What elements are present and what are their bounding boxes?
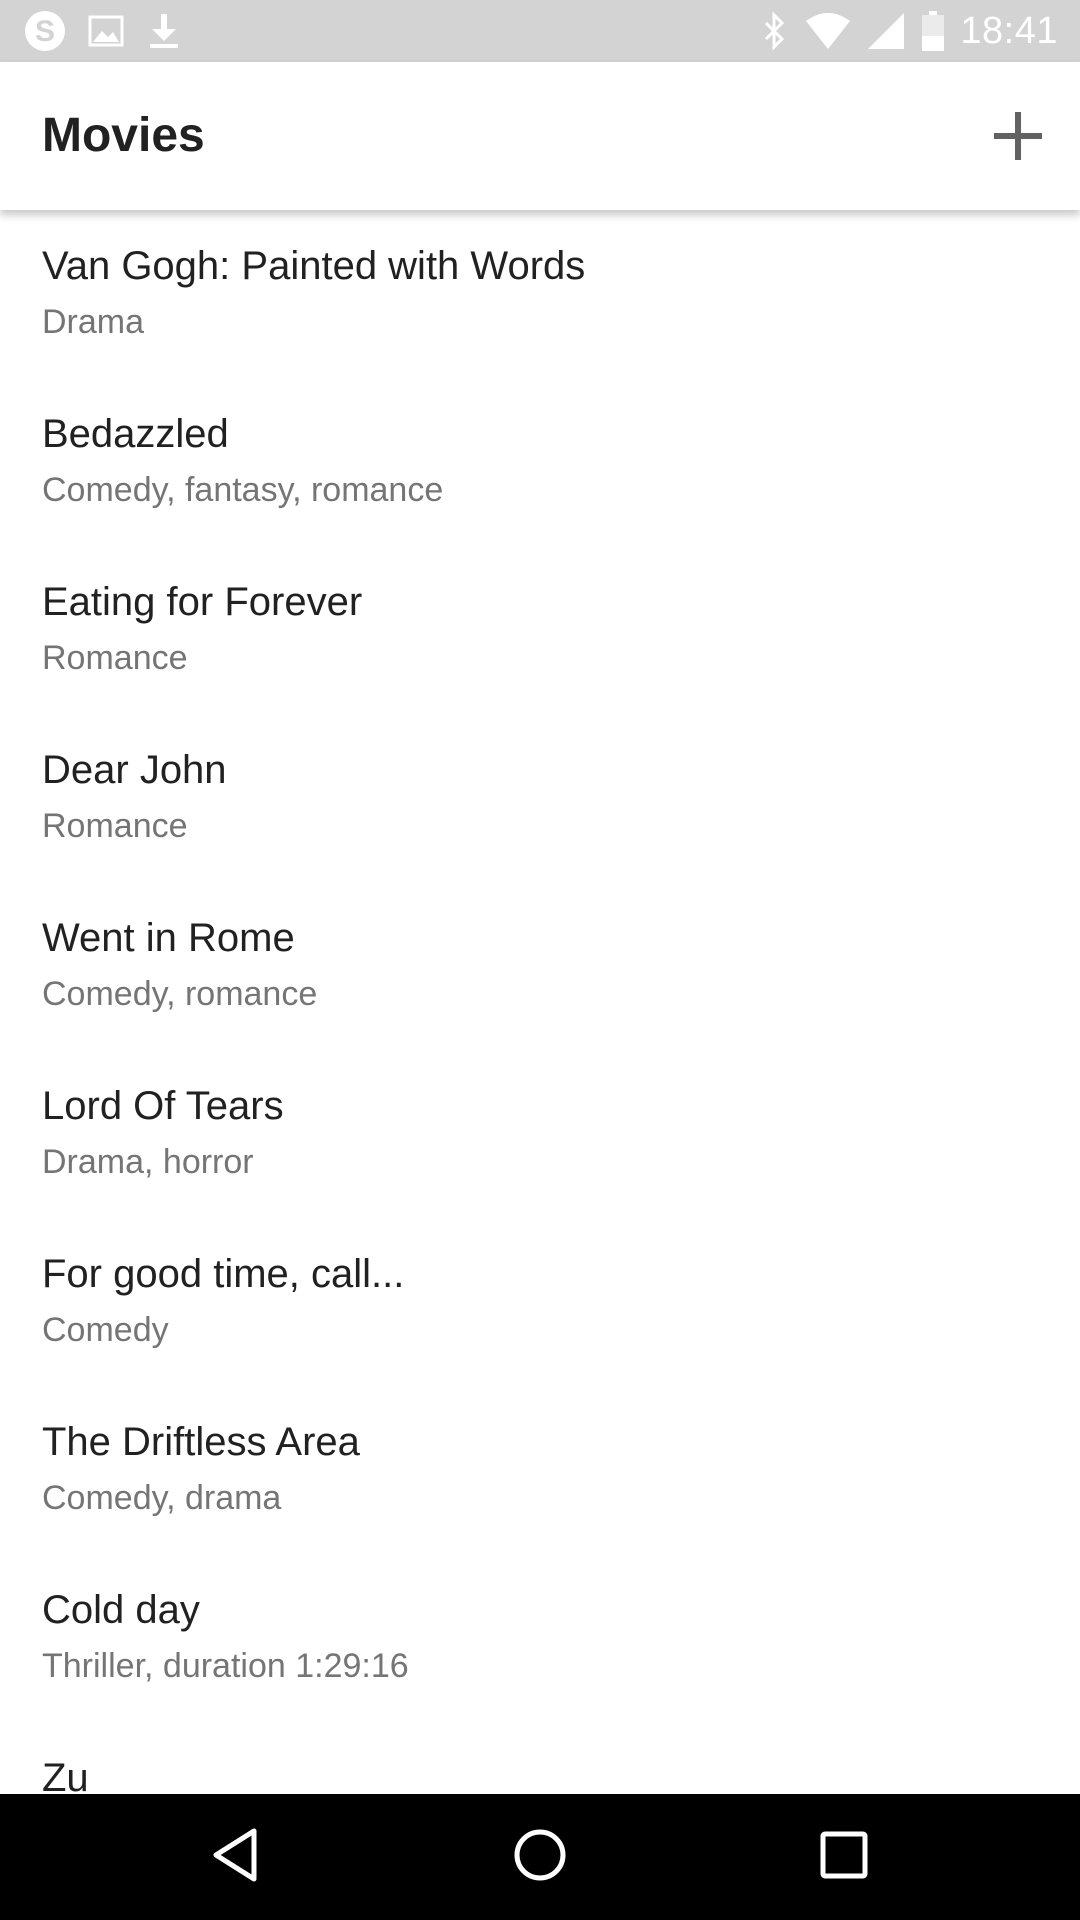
movie-genre: Comedy, romance <box>42 975 318 1013</box>
back-button[interactable] <box>203 1824 269 1890</box>
movie-title: Bedazzled <box>42 412 229 456</box>
movie-genre: Romance <box>42 807 188 845</box>
list-item[interactable]: Van Gogh: Painted with Words Drama <box>0 210 1080 378</box>
movie-genre: Comedy <box>42 1311 169 1349</box>
movie-title: Went in Rome <box>42 916 295 960</box>
list-item[interactable]: Went in Rome Comedy, romance <box>0 882 1080 1050</box>
image-icon <box>86 11 126 51</box>
list-item[interactable]: Lord Of Tears Drama, horror <box>0 1050 1080 1218</box>
movie-title: Dear John <box>42 748 227 792</box>
plus-icon <box>992 110 1044 167</box>
skype-icon: S <box>22 8 68 54</box>
list-item[interactable]: Dear John Romance <box>0 714 1080 882</box>
status-right-icons: 18:41 <box>760 8 1058 54</box>
wifi-icon <box>804 11 852 51</box>
movie-title: Eating for Forever <box>42 580 363 624</box>
status-bar: S 18:41 <box>0 0 1080 62</box>
signal-icon <box>866 11 906 51</box>
bluetooth-icon <box>760 11 790 51</box>
movie-title: Lord Of Tears <box>42 1084 284 1128</box>
screen: S 18:41 Movies Van Gogh: Painted with Wo… <box>0 0 1080 1920</box>
home-icon <box>510 1825 570 1890</box>
status-time: 18:41 <box>960 9 1058 52</box>
movie-genre: Comedy, fantasy, romance <box>42 471 444 509</box>
download-icon <box>144 11 184 51</box>
movie-genre: Comedy, drama <box>42 1479 282 1517</box>
recents-button[interactable] <box>811 1824 877 1890</box>
add-movie-button[interactable] <box>986 106 1050 170</box>
status-left-icons: S <box>22 8 184 54</box>
list-item[interactable]: Bedazzled Comedy, fantasy, romance <box>0 378 1080 546</box>
movie-genre: Thriller, duration 1:29:16 <box>42 1647 409 1685</box>
movie-genre: Drama <box>42 303 145 341</box>
recents-icon <box>814 1825 874 1890</box>
list-item[interactable]: The Driftless Area Comedy, drama <box>0 1386 1080 1554</box>
movie-title: Zu <box>42 1756 89 1794</box>
app-bar: Movies <box>0 62 1080 210</box>
page-title: Movies <box>42 109 205 162</box>
movie-genre: Romance <box>42 639 188 677</box>
movie-title: The Driftless Area <box>42 1420 360 1464</box>
list-item[interactable]: For good time, call... Comedy <box>0 1218 1080 1386</box>
navigation-bar <box>0 1794 1080 1920</box>
movie-list[interactable]: Van Gogh: Painted with Words Drama Bedaz… <box>0 210 1080 1794</box>
home-button[interactable] <box>507 1824 573 1890</box>
movie-title: Van Gogh: Painted with Words <box>42 244 586 288</box>
movie-title: Cold day <box>42 1588 200 1632</box>
back-icon <box>206 1825 266 1890</box>
movie-title: For good time, call... <box>42 1252 405 1296</box>
list-item[interactable]: Cold day Thriller, duration 1:29:16 <box>0 1554 1080 1722</box>
list-item[interactable]: Zu <box>0 1722 1080 1794</box>
battery-icon <box>920 10 946 52</box>
list-item[interactable]: Eating for Forever Romance <box>0 546 1080 714</box>
movie-genre: Drama, horror <box>42 1143 254 1181</box>
svg-text:S: S <box>35 15 55 48</box>
